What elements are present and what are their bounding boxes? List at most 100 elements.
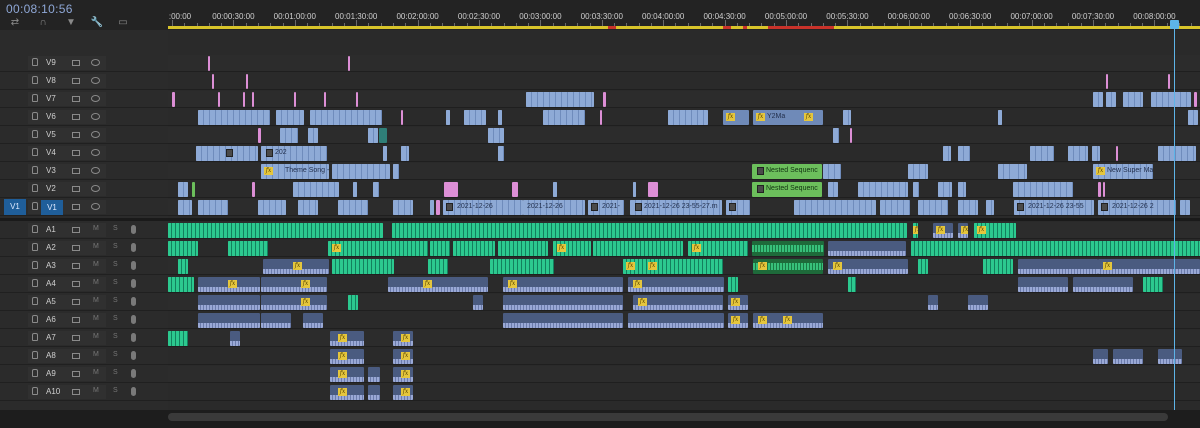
video-clip[interactable]: [294, 92, 296, 107]
video-clip[interactable]: [1116, 146, 1118, 161]
fx-badge-icon[interactable]: fx: [338, 334, 347, 342]
fx-badge-icon[interactable]: fx: [756, 113, 765, 121]
eye-icon[interactable]: [91, 95, 100, 102]
fx-badge-icon[interactable]: fx: [758, 316, 767, 324]
lock-icon[interactable]: [32, 315, 38, 323]
video-clip[interactable]: [246, 74, 248, 89]
lock-icon[interactable]: [32, 243, 38, 251]
video-clip[interactable]: [1013, 164, 1027, 179]
toggle-sync-lock-icon[interactable]: [72, 389, 80, 395]
mute-button[interactable]: M: [93, 225, 99, 232]
track-header-v1[interactable]: V1 V1: [0, 199, 168, 216]
audio-clip[interactable]: [503, 313, 623, 328]
mic-icon[interactable]: [131, 387, 136, 396]
lock-icon[interactable]: [32, 76, 38, 84]
lane-a10[interactable]: [168, 384, 1200, 401]
video-clip[interactable]: [998, 164, 1014, 179]
video-clip[interactable]: [243, 92, 245, 107]
video-clip[interactable]: fx: [801, 110, 821, 125]
video-clip[interactable]: [668, 110, 708, 125]
lock-icon[interactable]: [32, 166, 38, 174]
fx-badge-icon[interactable]: fx: [557, 244, 566, 252]
mic-icon[interactable]: [131, 279, 136, 288]
track-header-a10[interactable]: A10 M S: [0, 384, 168, 401]
video-clip[interactable]: [1168, 74, 1170, 89]
lane-a9[interactable]: [168, 366, 1200, 383]
work-area-bar[interactable]: [168, 26, 1200, 29]
video-clip[interactable]: fx: [723, 110, 749, 125]
video-clip[interactable]: [600, 110, 602, 125]
video-clip[interactable]: [1103, 182, 1105, 197]
video-clip[interactable]: Nested Sequenc: [752, 182, 822, 197]
toggle-sync-lock-icon[interactable]: [72, 150, 80, 156]
eye-icon[interactable]: [91, 185, 100, 192]
solo-button[interactable]: S: [113, 333, 118, 340]
audio-clip[interactable]: [1073, 277, 1133, 292]
audio-clip[interactable]: [728, 277, 738, 292]
audio-clip[interactable]: [303, 313, 323, 328]
track-header-a8[interactable]: A8 M S: [0, 348, 168, 365]
audio-clip[interactable]: fx: [753, 259, 823, 274]
track-header-a4[interactable]: A4 M S: [0, 276, 168, 293]
fx-badge-icon[interactable]: fx: [401, 352, 410, 360]
audio-clip[interactable]: [1018, 259, 1098, 274]
video-audio-divider[interactable]: [0, 218, 1200, 221]
track-name[interactable]: A9: [46, 369, 66, 378]
audio-clip[interactable]: [368, 385, 380, 400]
audio-clip[interactable]: [168, 241, 198, 256]
audio-clip[interactable]: [392, 223, 907, 238]
toggle-sync-lock-icon[interactable]: [72, 371, 80, 377]
fx-badge-icon[interactable]: fx: [338, 370, 347, 378]
audio-clip[interactable]: [498, 241, 548, 256]
mute-button[interactable]: M: [93, 333, 99, 340]
fx-badge-icon[interactable]: fx: [758, 262, 767, 270]
fx-badge-icon[interactable]: fx: [508, 280, 517, 288]
mute-button[interactable]: M: [93, 351, 99, 358]
mic-icon[interactable]: [131, 315, 136, 324]
track-header-a5[interactable]: A5 M S: [0, 294, 168, 311]
eye-icon[interactable]: [91, 113, 100, 120]
audio-clip[interactable]: fx: [728, 313, 748, 328]
video-clip[interactable]: [1098, 182, 1101, 197]
video-clip[interactable]: [986, 200, 994, 215]
solo-button[interactable]: S: [113, 279, 118, 286]
audio-clip[interactable]: fx: [503, 277, 623, 292]
video-clip[interactable]: [938, 182, 952, 197]
toggle-sync-lock-icon[interactable]: [72, 281, 80, 287]
audio-clip[interactable]: fx: [958, 223, 968, 238]
video-clip[interactable]: [633, 182, 636, 197]
video-clip[interactable]: [258, 200, 286, 215]
lock-icon[interactable]: [32, 387, 38, 395]
video-clip[interactable]: [1158, 146, 1196, 161]
fx-badge-icon[interactable]: fx: [726, 113, 735, 121]
video-clip[interactable]: [1106, 74, 1108, 89]
video-clip[interactable]: [543, 110, 585, 125]
playhead-handle[interactable]: [1170, 20, 1179, 29]
lock-icon[interactable]: [32, 202, 38, 210]
lane-a8[interactable]: [168, 348, 1200, 365]
audio-clip[interactable]: [1113, 349, 1143, 364]
audio-clip[interactable]: [168, 223, 383, 238]
fx-badge-icon[interactable]: fx: [731, 316, 740, 324]
audio-clip[interactable]: fx: [913, 223, 918, 238]
lane-v5[interactable]: [168, 127, 1200, 144]
audio-clip[interactable]: [261, 313, 291, 328]
lane-v8[interactable]: [168, 73, 1200, 90]
video-clip[interactable]: [218, 92, 220, 107]
fx-badge-icon[interactable]: fx: [913, 226, 918, 234]
video-clip[interactable]: [498, 110, 502, 125]
toggle-sync-lock-icon[interactable]: [72, 132, 80, 138]
lock-icon[interactable]: [32, 279, 38, 287]
track-header-v2[interactable]: V2: [0, 181, 168, 198]
eye-icon[interactable]: [91, 59, 100, 66]
video-clip[interactable]: [383, 146, 387, 161]
fx-badge-icon[interactable]: fx: [423, 280, 432, 288]
captions-icon[interactable]: ▭: [116, 17, 130, 29]
mute-button[interactable]: M: [93, 243, 99, 250]
video-clip[interactable]: [1013, 182, 1073, 197]
track-name[interactable]: A1: [46, 225, 66, 234]
fx-badge-icon[interactable]: fx: [626, 262, 635, 270]
video-clip[interactable]: [488, 128, 504, 143]
video-clip[interactable]: [918, 200, 948, 215]
video-clip[interactable]: [252, 92, 254, 107]
